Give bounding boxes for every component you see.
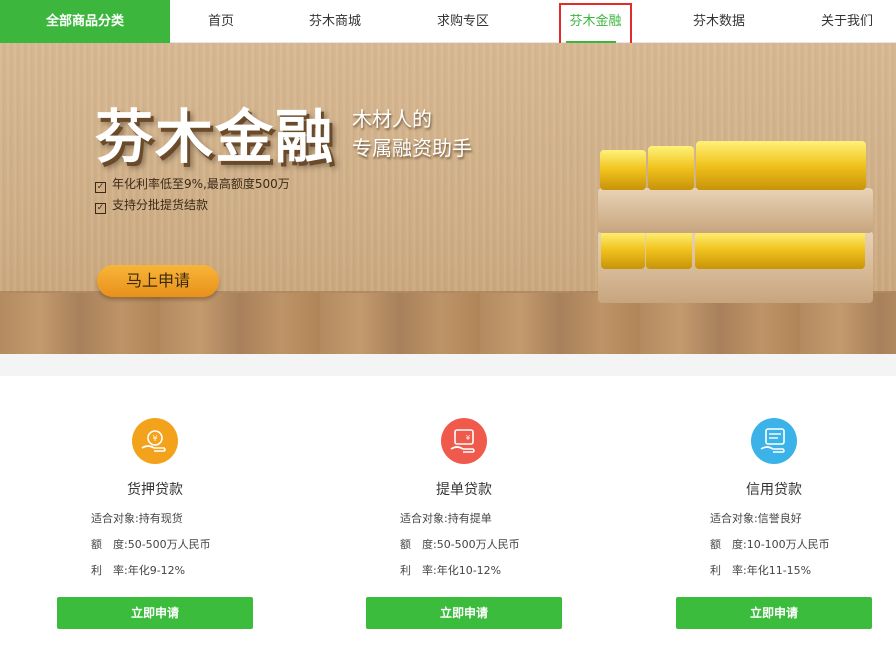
hero-banner: 芬木金融 木材人的 专属融资助手 ✓ 年化利率低至9%,最高额度500万 ✓ 支持分…	[0, 43, 896, 354]
card-row-amount: 额 度:10-100万人民币	[710, 536, 830, 552]
row-label: 额 度:	[710, 538, 747, 551]
card-row-amount: 额 度:50-500万人民币	[400, 536, 520, 552]
loan-card-2: ¥ 提单贷款 适合对象:持有提单 额 度:50-500万人民币 利 率:年化10…	[314, 376, 614, 647]
nav-item-mall[interactable]: 芬木商城	[300, 0, 370, 43]
apply-button[interactable]: 立即申请	[676, 597, 872, 629]
nav-item-data[interactable]: 芬木数据	[684, 0, 754, 43]
row-value: 10-100万人民币	[746, 538, 830, 551]
card-row-target: 适合对象:持有现货	[91, 510, 183, 526]
loan-products: ¥ 货押贷款 适合对象:持有现货 额 度:50-500万人民币 利 率:年化9-…	[0, 376, 896, 647]
loan-card-3: 信用贷款 适合对象:信誉良好 额 度:10-100万人民币 利 率:年化11-1…	[624, 376, 896, 647]
all-categories-button[interactable]: 全部商品分类	[0, 0, 170, 43]
feature-2: ✓ 支持分批提货结款	[95, 196, 208, 214]
row-label: 利 率:	[400, 564, 437, 577]
apply-button[interactable]: 立即申请	[57, 597, 253, 629]
checkbox-icon: ✓	[95, 203, 106, 214]
card-row-rate: 利 率:年化11-15%	[710, 562, 811, 578]
card-row-rate: 利 率:年化9-12%	[91, 562, 185, 578]
feature-2-text: 支持分批提货结款	[112, 198, 209, 212]
feature-1: ✓ 年化利率低至9%,最高额度500万	[95, 175, 290, 193]
row-value: 年化11-15%	[746, 564, 812, 577]
card-row-target: 适合对象:持有提单	[400, 510, 492, 526]
row-label: 适合对象:	[710, 512, 758, 525]
row-label: 利 率:	[91, 564, 128, 577]
svg-text:¥: ¥	[152, 434, 157, 443]
card-row-rate: 利 率:年化10-12%	[400, 562, 501, 578]
row-value: 信誉良好	[757, 512, 802, 525]
card-title: 信用贷款	[746, 482, 802, 498]
card-hand-icon	[751, 418, 797, 464]
apply-button[interactable]: 立即申请	[366, 597, 562, 629]
bill-hand-icon: ¥	[441, 418, 487, 464]
apply-now-button[interactable]: 马上申请	[97, 265, 219, 297]
nav-item-home[interactable]: 首页	[195, 0, 247, 43]
svg-text:¥: ¥	[466, 434, 471, 442]
row-label: 适合对象:	[400, 512, 448, 525]
row-value: 50-500万人民币	[127, 538, 211, 551]
feature-1-text: 年化利率低至9%,最高额度500万	[112, 177, 290, 191]
row-value: 年化9-12%	[127, 564, 186, 577]
row-label: 利 率:	[710, 564, 747, 577]
card-title: 提单贷款	[436, 482, 492, 498]
coin-hand-icon: ¥	[132, 418, 178, 464]
banner-subtitle-2: 专属融资助手	[352, 136, 472, 160]
row-label: 适合对象:	[91, 512, 139, 525]
top-nav: 全部商品分类 首页 芬木商城 求购专区 芬木金融 芬木数据 关于我们	[0, 0, 896, 49]
row-value: 年化10-12%	[436, 564, 502, 577]
banner-subtitle-1: 木材人的	[352, 107, 432, 131]
nav-item-about[interactable]: 关于我们	[812, 0, 882, 43]
row-value: 持有提单	[447, 512, 492, 525]
card-row-target: 适合对象:信誉良好	[710, 510, 802, 526]
row-label: 额 度:	[400, 538, 437, 551]
card-row-amount: 额 度:50-500万人民币	[91, 536, 211, 552]
nav-item-purchase[interactable]: 求购专区	[428, 0, 498, 43]
row-value: 持有现货	[138, 512, 183, 525]
row-value: 50-500万人民币	[436, 538, 520, 551]
card-title: 货押贷款	[127, 482, 183, 498]
banner-title: 芬木金融	[95, 103, 336, 171]
row-label: 额 度:	[91, 538, 128, 551]
loan-card-1: ¥ 货押贷款 适合对象:持有现货 额 度:50-500万人民币 利 率:年化9-…	[5, 376, 305, 647]
checkbox-icon: ✓	[95, 182, 106, 193]
